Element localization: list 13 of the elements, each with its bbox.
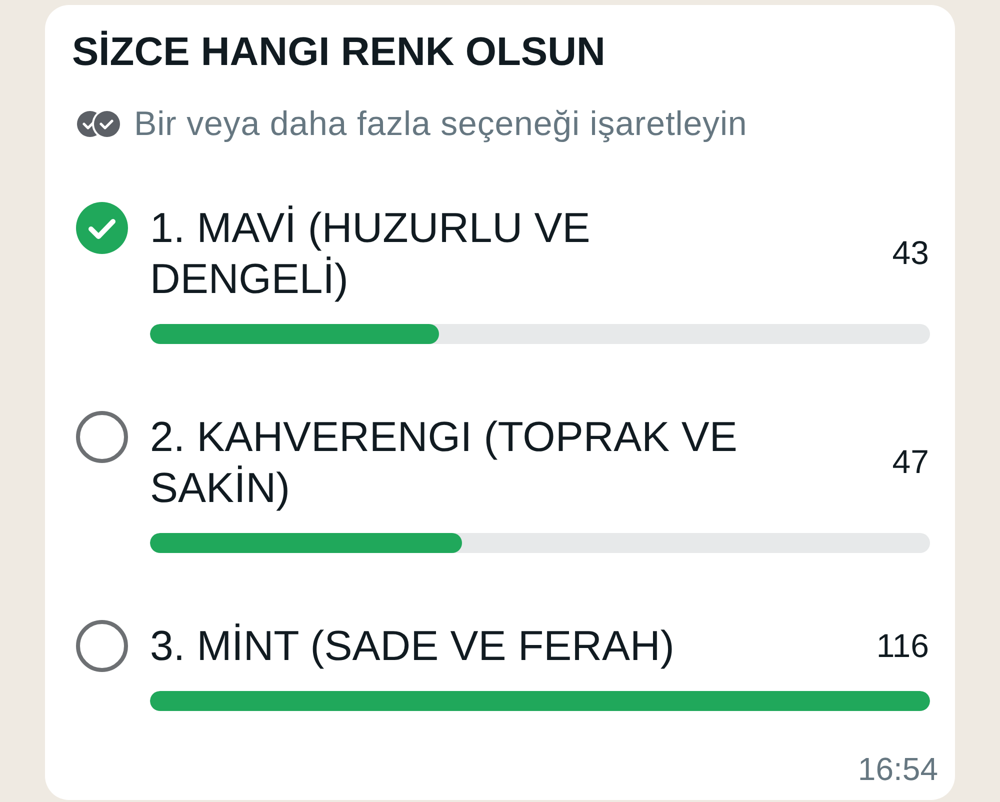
vote-count: 116 bbox=[876, 626, 929, 664]
option-label: 1. MAVİ (HUZURLU VE DENGELİ) bbox=[150, 203, 592, 304]
check-circle-icon[interactable] bbox=[76, 202, 128, 254]
message-time: 16:54 bbox=[858, 750, 938, 788]
option-label: 2. KAHVERENGI (TOPRAK VE SAKİN) bbox=[150, 412, 738, 513]
vote-count: 47 bbox=[892, 443, 929, 481]
vote-count: 43 bbox=[892, 234, 929, 272]
poll-title: SİZCE HANGI RENK OLSUN bbox=[72, 29, 606, 75]
poll-instruction: Bir veya daha fazla seçeneği işaretleyin bbox=[134, 104, 748, 144]
radio-circle-icon[interactable] bbox=[76, 411, 128, 463]
radio-circle-icon[interactable] bbox=[76, 620, 128, 672]
check-circles-icon bbox=[76, 109, 122, 139]
option-label: 3. MİNT (SADE VE FERAH) bbox=[150, 621, 676, 671]
